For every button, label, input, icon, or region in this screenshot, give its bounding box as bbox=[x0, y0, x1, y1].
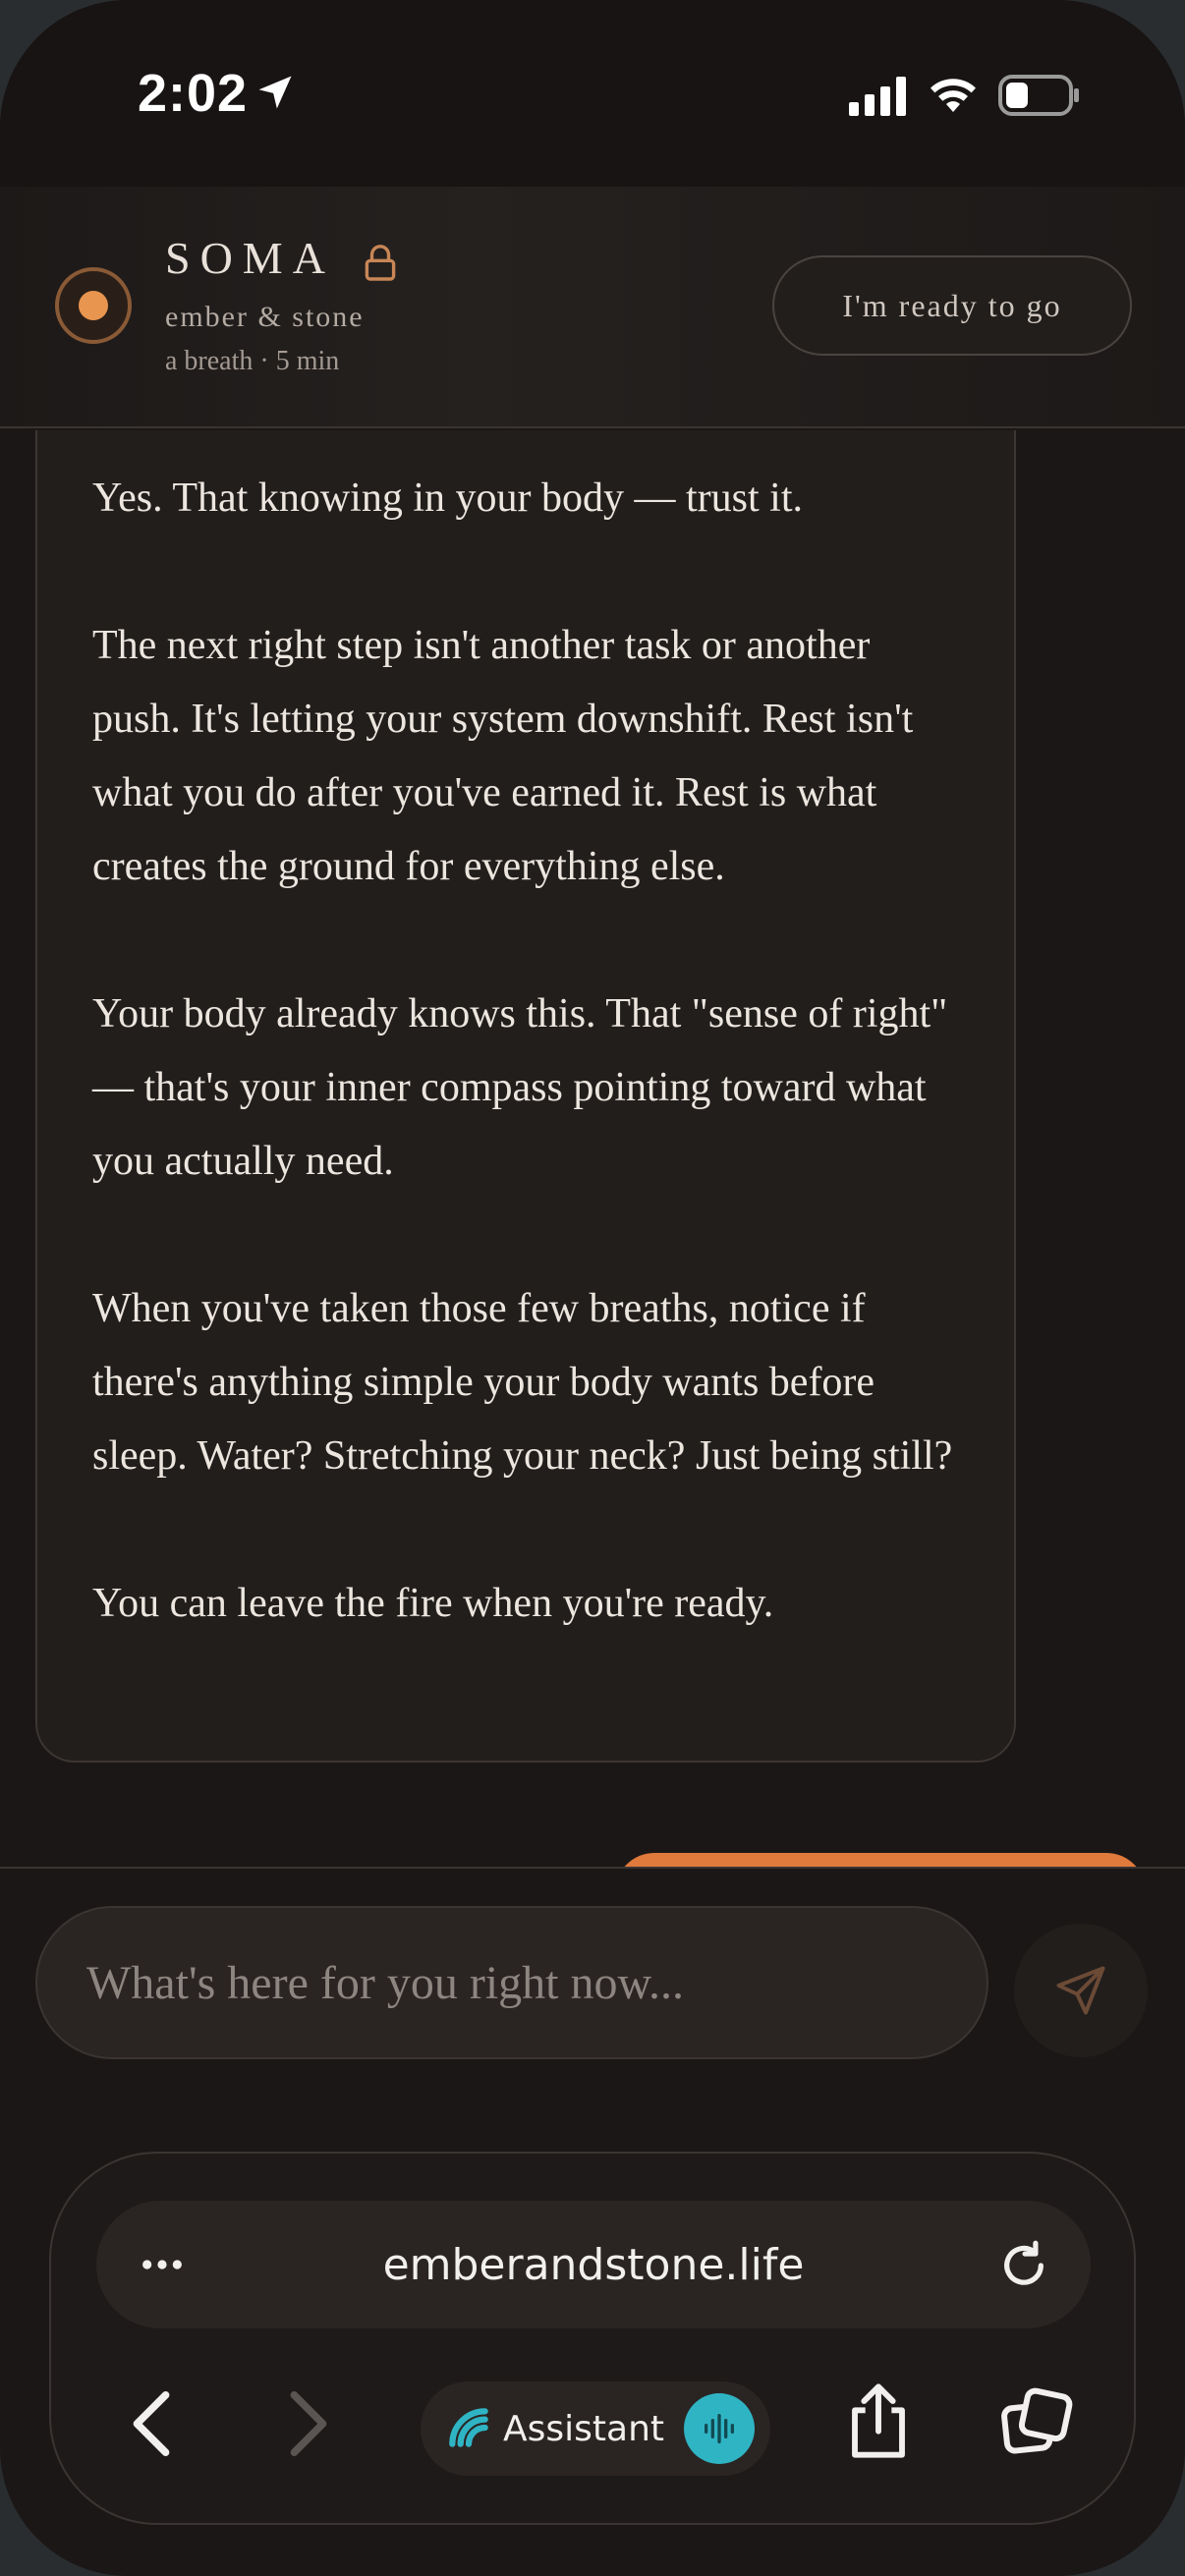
back-icon[interactable] bbox=[122, 2389, 181, 2458]
message-paragraph: The next right step isn't another task o… bbox=[92, 623, 914, 889]
message-paragraph: You can leave the fire when you're ready… bbox=[92, 1581, 774, 1626]
share-icon[interactable] bbox=[847, 2381, 910, 2460]
browser-toolbar: emberandstone.life Assistant bbox=[49, 2152, 1136, 2525]
brand-subtitle: ember & stone bbox=[165, 301, 365, 333]
assistant-button[interactable]: Assistant bbox=[421, 2381, 770, 2476]
address-bar[interactable]: emberandstone.life bbox=[96, 2201, 1091, 2328]
message-paragraph: When you've taken those few breaths, not… bbox=[92, 1286, 953, 1479]
message-paragraph: Yes. That knowing in your body — trust i… bbox=[92, 476, 803, 521]
session-meta: a breath · 5 min bbox=[165, 346, 340, 376]
composer: What's here for you right now... bbox=[0, 1867, 1185, 2142]
battery-icon bbox=[998, 75, 1079, 116]
assistant-label: Assistant bbox=[503, 2408, 665, 2449]
send-button[interactable] bbox=[1014, 1924, 1148, 2057]
status-bar: 2:02 bbox=[0, 0, 1185, 187]
tabs-icon[interactable] bbox=[1000, 2385, 1075, 2460]
location-arrow-icon bbox=[258, 76, 292, 109]
forward-icon[interactable] bbox=[279, 2389, 338, 2458]
user-message-bubble bbox=[615, 1853, 1146, 1867]
reload-icon[interactable] bbox=[998, 2240, 1049, 2291]
message-paragraph: Your body already knows this. That "sens… bbox=[92, 991, 948, 1184]
assistant-message-bubble: Yes. That knowing in your body — trust i… bbox=[35, 430, 1016, 1763]
assistant-logo-icon bbox=[449, 2408, 488, 2447]
brand-name: SOMA bbox=[165, 233, 335, 283]
send-icon bbox=[1056, 1966, 1105, 2015]
ember-dot-icon bbox=[55, 267, 132, 344]
wifi-icon bbox=[931, 79, 976, 112]
voice-icon bbox=[705, 2414, 734, 2443]
message-input[interactable]: What's here for you right now... bbox=[35, 1906, 988, 2059]
lock-icon bbox=[365, 245, 396, 281]
app-header: SOMA ember & stone a breath · 5 min I'm … bbox=[0, 187, 1185, 428]
url-text: emberandstone.life bbox=[382, 2239, 805, 2290]
phone-screen: 2:02 SOMA ember & stone a breath · 5 min… bbox=[0, 0, 1185, 2576]
status-time: 2:02 bbox=[138, 64, 249, 123]
ready-to-go-button[interactable]: I'm ready to go bbox=[772, 255, 1132, 356]
cellular-signal-icon bbox=[849, 77, 906, 116]
voice-button[interactable] bbox=[684, 2393, 755, 2464]
message-thread[interactable]: Yes. That knowing in your body — trust i… bbox=[0, 430, 1185, 1867]
